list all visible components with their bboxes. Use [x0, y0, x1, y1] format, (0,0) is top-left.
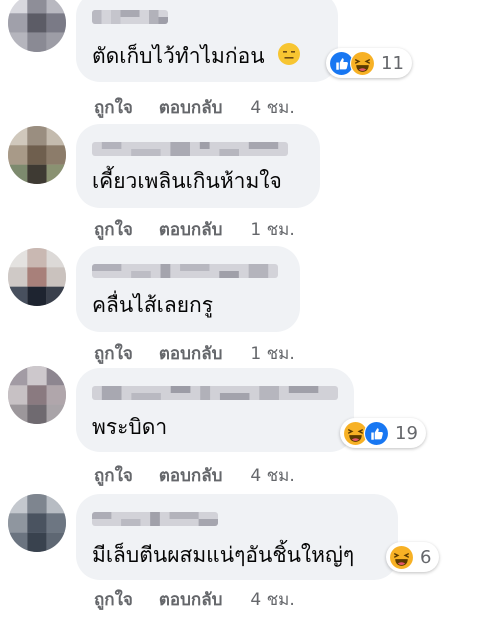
- comment-actions: ถูกใจ ตอบกลับ 1 ชม.: [94, 340, 295, 367]
- reaction-summary[interactable]: 11: [326, 48, 412, 78]
- comment-thread: ตัดเก็บไว้ทำไมก่อน 11 ถูกใจ ตอบกลับ 4 ชม…: [0, 0, 500, 618]
- comment-bubble: ตัดเก็บไว้ทำไมก่อน: [76, 0, 338, 82]
- commenter-name-blurred[interactable]: [92, 264, 278, 278]
- comment-bubble: มีเล็บตีนผสมแน่ๆอันชิ้นใหญ่ๆ: [76, 494, 398, 580]
- commenter-name-blurred[interactable]: [92, 386, 338, 400]
- reply-link[interactable]: ตอบกลับ: [159, 340, 223, 367]
- reply-link[interactable]: ตอบกลับ: [159, 94, 223, 121]
- comment-text-value: ตัดเก็บไว้ทำไมก่อน: [92, 44, 265, 68]
- reaction-summary[interactable]: 19: [340, 418, 426, 448]
- like-link[interactable]: ถูกใจ: [94, 462, 133, 489]
- avatar[interactable]: [8, 126, 66, 184]
- timestamp[interactable]: 4 ชม.: [250, 462, 294, 489]
- comment-text: เคี้ยวเพลินเกินห้ามใจ: [92, 168, 282, 194]
- reply-link[interactable]: ตอบกลับ: [159, 462, 223, 489]
- timestamp[interactable]: 1 ชม.: [250, 340, 294, 367]
- comment-bubble: คลื่นไส้เลยกรู: [76, 246, 300, 332]
- like-link[interactable]: ถูกใจ: [94, 340, 133, 367]
- comment-bubble: พระบิดา: [76, 368, 354, 452]
- reply-link[interactable]: ตอบกลับ: [159, 586, 223, 613]
- comment-actions: ถูกใจ ตอบกลับ 4 ชม.: [94, 462, 295, 489]
- comment-actions: ถูกใจ ตอบกลับ 4 ชม.: [94, 586, 295, 613]
- avatar[interactable]: [8, 0, 66, 52]
- reaction-count: 11: [381, 52, 404, 74]
- comment-actions: ถูกใจ ตอบกลับ 1 ชม.: [94, 216, 295, 243]
- comment-text-value: มีเล็บตีนผสมแน่ๆอันชิ้นใหญ่ๆ: [92, 543, 355, 567]
- haha-icon: [350, 50, 375, 76]
- comment-text: พระบิดา: [92, 414, 167, 440]
- reaction-summary[interactable]: 6: [386, 542, 440, 572]
- like-link[interactable]: ถูกใจ: [94, 94, 133, 121]
- reaction-count: 19: [395, 422, 418, 444]
- comment-text-value: คลื่นไส้เลยกรู: [92, 293, 213, 317]
- reaction-count: 6: [420, 546, 432, 568]
- timestamp[interactable]: 4 ชม.: [250, 586, 294, 613]
- like-link[interactable]: ถูกใจ: [94, 216, 133, 243]
- comment-text: ตัดเก็บไว้ทำไมก่อน: [92, 42, 301, 72]
- comment-text-value: เคี้ยวเพลินเกินห้ามใจ: [92, 169, 282, 193]
- avatar[interactable]: [8, 248, 66, 306]
- reply-link[interactable]: ตอบกลับ: [159, 216, 223, 243]
- expressionless-face-icon: [277, 42, 301, 72]
- timestamp[interactable]: 4 ชม.: [250, 94, 294, 121]
- haha-icon: [389, 544, 414, 570]
- comment-actions: ถูกใจ ตอบกลับ 4 ชม.: [94, 94, 295, 121]
- like-icon: [364, 420, 389, 446]
- commenter-name-blurred[interactable]: [92, 10, 168, 24]
- timestamp[interactable]: 1 ชม.: [250, 216, 294, 243]
- commenter-name-blurred[interactable]: [92, 142, 288, 156]
- comment-bubble: เคี้ยวเพลินเกินห้ามใจ: [76, 124, 320, 208]
- comment-text: คลื่นไส้เลยกรู: [92, 292, 213, 318]
- comment-text-value: พระบิดา: [92, 415, 168, 439]
- avatar[interactable]: [8, 366, 66, 424]
- comment-text: มีเล็บตีนผสมแน่ๆอันชิ้นใหญ่ๆ: [92, 542, 354, 568]
- like-link[interactable]: ถูกใจ: [94, 586, 133, 613]
- commenter-name-blurred[interactable]: [92, 512, 218, 526]
- avatar[interactable]: [8, 494, 66, 552]
